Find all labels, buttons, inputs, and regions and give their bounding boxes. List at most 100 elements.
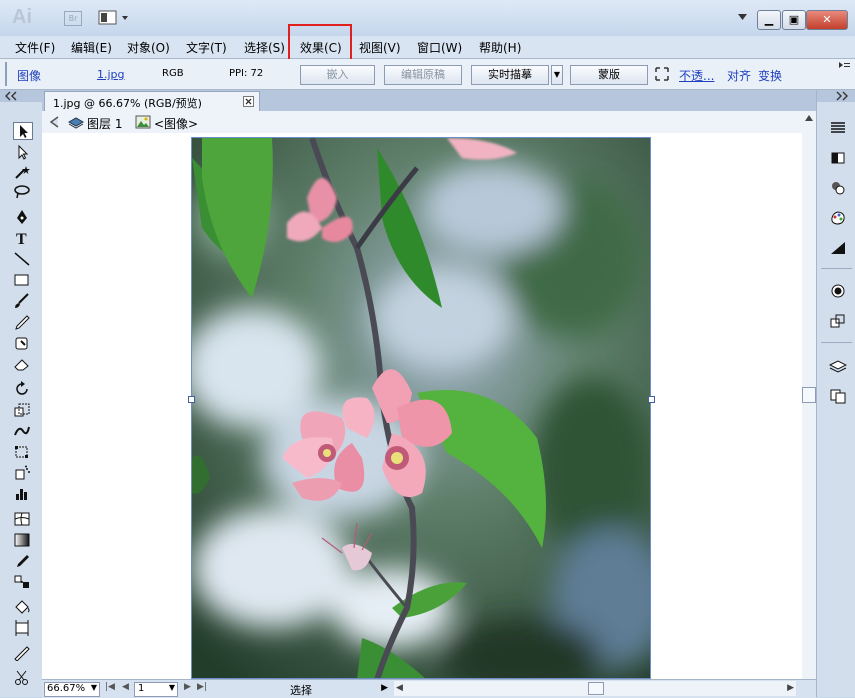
menu-view[interactable]: 视图(V) [359,39,401,56]
object-name[interactable]: <图像> [154,115,198,132]
column-graph-tool-icon[interactable] [13,486,31,502]
warp-tool-icon[interactable] [13,423,31,439]
menu-object[interactable]: 对象(O) [127,39,170,56]
recolor-icon[interactable] [655,67,669,81]
selection-tool-icon[interactable] [13,122,33,140]
swatches-panel-icon[interactable] [829,150,847,166]
direct-selection-tool-icon[interactable] [13,144,31,160]
artboard-number: 1 [138,683,145,694]
slice-tool-icon[interactable] [13,645,31,661]
symbol-sprayer-tool-icon[interactable] [13,465,31,481]
back-arrow-icon[interactable] [48,116,60,128]
opacity-link[interactable]: 不透... [679,67,714,84]
trace-options-dropdown[interactable]: ▼ [551,65,563,85]
layer-icon [68,117,84,129]
edit-original-button[interactable]: 编辑原稿 [384,65,462,85]
appearance-panel-icon[interactable] [829,283,847,299]
document-tab[interactable]: 1.jpg @ 66.67% (RGB/预览) [44,91,260,112]
color-mode-label: RGB [162,68,184,79]
menu-select[interactable]: 选择(S) [244,39,285,56]
layers-panel-icon[interactable] [829,358,847,374]
transform-link[interactable]: 变换 [758,67,782,84]
maximize-button[interactable]: ▣ [782,10,806,30]
rectangle-tool-icon[interactable] [13,272,31,288]
close-tab-icon[interactable] [243,96,254,107]
effect-menu-highlight [288,24,352,62]
rotate-tool-icon[interactable] [13,381,31,397]
previous-artboard-icon[interactable]: ◀ [122,682,129,692]
arrange-documents-icon[interactable] [98,10,132,26]
tools-panel-header[interactable] [0,90,42,102]
placed-image[interactable] [191,137,651,679]
control-bar: 图像 1.jpg RGB PPI: 72 嵌入 编辑原稿 实时描摹 ▼ 蒙版 不… [0,59,855,90]
blob-brush-tool-icon[interactable] [13,335,31,351]
panel-divider-2 [821,342,852,343]
panel-dock-header[interactable] [817,90,855,102]
selection-handle-left[interactable] [188,396,195,403]
eyedropper-tool-icon[interactable] [13,553,31,569]
close-button[interactable]: ✕ [806,10,848,30]
workspace-dropdown-icon[interactable] [738,14,748,22]
blend-tool-icon[interactable] [13,574,31,590]
graphic-styles-panel-icon[interactable] [829,210,847,226]
pencil-tool-icon[interactable] [13,314,31,330]
gradient-panel-icon[interactable] [829,240,847,256]
eraser-tool-icon[interactable] [13,356,31,372]
magic-wand-tool-icon[interactable] [13,164,31,180]
menu-window[interactable]: 窗口(W) [417,39,462,56]
live-paint-bucket-tool-icon[interactable] [13,599,31,615]
eraser-scissors-tool-icon[interactable] [13,670,31,686]
last-artboard-icon[interactable]: ▶| [197,682,207,692]
menu-file[interactable]: 文件(F) [15,39,55,56]
lasso-tool-icon[interactable] [13,184,31,200]
color-panel-icon[interactable] [829,120,847,136]
status-menu[interactable]: 选择 ▶ [212,681,388,697]
vertical-scrollbar[interactable] [802,111,816,679]
live-trace-button[interactable]: 实时描摹 [471,65,549,85]
linked-file-link[interactable]: 1.jpg [97,68,125,81]
zoom-value: 66.67% [47,683,86,694]
transform-panel-icon[interactable] [829,313,847,329]
align-link[interactable]: 对齐 [727,67,751,84]
menu-help[interactable]: 帮助(H) [479,39,521,56]
image-object-icon [135,115,151,129]
tools-panel: T [0,90,43,697]
collapse-icon[interactable] [4,91,20,101]
scroll-up-icon[interactable] [804,114,814,122]
expand-panels-icon[interactable] [835,91,851,101]
paintbrush-tool-icon[interactable] [13,293,31,309]
next-artboard-icon[interactable]: ▶ [184,682,191,692]
selection-handle-right[interactable] [648,396,655,403]
bridge-button[interactable]: Br [64,11,82,26]
artboard-tool-icon[interactable] [13,620,31,636]
layer-name[interactable]: 图层 1 [87,115,122,132]
menu-type[interactable]: 文字(T) [186,39,227,56]
horizontal-scrollbar[interactable]: ◀ ▶ [394,681,796,696]
panel-menu-icon[interactable] [839,62,851,72]
horizontal-scroll-thumb[interactable] [588,682,604,695]
mesh-tool-icon[interactable] [13,511,31,527]
brushes-panel-icon[interactable] [829,180,847,196]
document-tab-title: 1.jpg @ 66.67% (RGB/预览) [53,97,202,110]
artboards-panel-icon[interactable] [829,388,847,404]
app-logo: Ai [12,6,32,28]
zoom-select[interactable]: 66.67% ▼ [44,682,100,697]
type-tool-icon[interactable]: T [13,230,31,246]
mask-button[interactable]: 蒙版 [570,65,648,85]
vertical-scroll-thumb[interactable] [802,387,816,403]
menu-bar: 文件(F) 编辑(E) 对象(O) 文字(T) 选择(S) 效果(C) 视图(V… [0,36,855,59]
pen-tool-icon[interactable] [13,209,31,225]
menu-edit[interactable]: 编辑(E) [71,39,112,56]
free-transform-tool-icon[interactable] [13,444,31,460]
scroll-right-icon[interactable]: ▶ [787,683,794,693]
gradient-tool-icon[interactable] [13,532,31,548]
line-tool-icon[interactable] [13,251,31,267]
artboard-number-select[interactable]: 1 ▼ [134,682,178,697]
scale-tool-icon[interactable] [13,402,31,418]
embed-button[interactable]: 嵌入 [300,65,375,85]
isolation-breadcrumb-bar: 图层 1 <图像> [42,111,802,134]
minimize-button[interactable]: ▁ [757,10,781,30]
scroll-left-icon[interactable]: ◀ [396,683,403,693]
first-artboard-icon[interactable]: |◀ [105,682,115,692]
svg-text:T: T [16,231,27,246]
